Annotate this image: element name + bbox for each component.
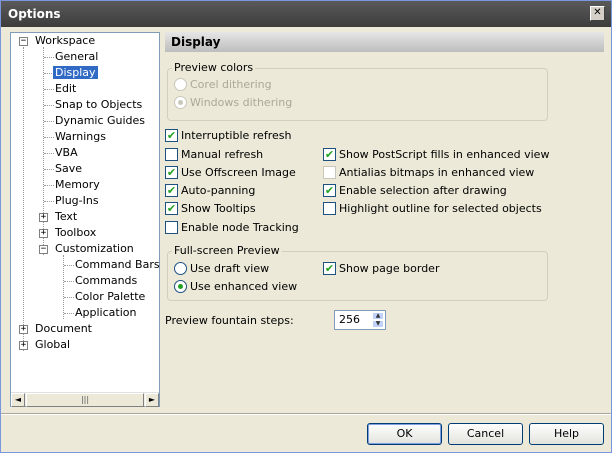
tree-item-color-palette[interactable]: Color Palette: [73, 289, 147, 305]
tree-item-snap-to-objects[interactable]: Snap to Objects: [53, 97, 144, 113]
tree-item-global[interactable]: Global: [33, 337, 72, 353]
spin-up-icon[interactable]: ▲: [372, 312, 384, 320]
tree-connector: [23, 47, 24, 351]
show-tooltips-checkbox[interactable]: ✔ Show Tooltips: [165, 201, 256, 218]
tree-item-general[interactable]: General: [53, 49, 100, 65]
scroll-left-icon[interactable]: ◄: [11, 393, 25, 407]
checkmark-icon: ✔: [323, 147, 336, 161]
ok-button[interactable]: OK: [367, 423, 442, 445]
tree-item-display[interactable]: Display: [53, 65, 98, 81]
title-bar[interactable]: Options ✕: [1, 1, 611, 27]
tree-horizontal-scrollbar[interactable]: ◄ ||| ►: [11, 392, 159, 407]
tree-item-warnings[interactable]: Warnings: [53, 129, 108, 145]
fullscreen-preview-title: Full-screen Preview: [172, 244, 282, 257]
scroll-thumb[interactable]: |||: [26, 393, 144, 407]
checkbox-icon: [165, 220, 178, 234]
radio-icon: [174, 95, 187, 109]
radio-icon: [174, 261, 187, 275]
preview-colors-title: Preview colors: [172, 61, 256, 74]
window-title: Options: [8, 7, 61, 21]
preview-colors-group: [167, 68, 548, 121]
fountain-steps-stepper[interactable]: 256 ▲ ▼: [334, 310, 386, 330]
manual-refresh-checkbox[interactable]: Manual refresh: [165, 147, 263, 164]
tree-item-command-bars[interactable]: Command Bars: [73, 257, 162, 273]
tree-item-application[interactable]: Application: [73, 305, 138, 321]
radio-icon: [174, 77, 187, 91]
help-button[interactable]: Help: [529, 423, 604, 445]
offscreen-image-checkbox[interactable]: ✔ Use Offscreen Image: [165, 165, 296, 182]
page-title: Display: [165, 32, 604, 52]
tree-item-document[interactable]: Document: [33, 321, 94, 337]
interruptible-refresh-checkbox[interactable]: ✔ Interruptible refresh: [165, 128, 291, 145]
tree-item-customization[interactable]: Customization: [53, 241, 136, 257]
page-border-checkbox[interactable]: ✔ Show page border: [323, 261, 439, 278]
tree-item-plug-ins[interactable]: Plug-Ins: [53, 193, 101, 209]
enhanced-view-radio[interactable]: Use enhanced view: [174, 279, 297, 296]
tree-item-commands[interactable]: Commands: [73, 273, 139, 289]
collapse-icon[interactable]: −: [19, 37, 28, 46]
checkmark-icon: ✔: [323, 261, 336, 275]
checkbox-icon: [323, 201, 336, 215]
corel-dithering-radio[interactable]: Corel dithering: [174, 77, 272, 94]
spin-down-icon[interactable]: ▼: [372, 320, 384, 328]
windows-dithering-radio[interactable]: Windows dithering: [174, 95, 292, 112]
selection-after-drawing-checkbox[interactable]: ✔ Enable selection after drawing: [323, 183, 507, 200]
checkmark-icon: ✔: [165, 128, 178, 142]
fountain-steps-label: Preview fountain steps:: [165, 314, 294, 327]
auto-panning-checkbox[interactable]: ✔ Auto-panning: [165, 183, 255, 200]
checkmark-icon: ✔: [165, 165, 178, 179]
tree-item-memory[interactable]: Memory: [53, 177, 102, 193]
draft-view-radio[interactable]: Use draft view: [174, 261, 269, 278]
checkmark-icon: ✔: [165, 201, 178, 215]
cancel-button[interactable]: Cancel: [448, 423, 523, 445]
options-dialog: Options ✕ − Workspace General Display Ed…: [0, 0, 612, 453]
collapse-icon[interactable]: −: [39, 245, 48, 254]
scroll-right-icon[interactable]: ►: [145, 393, 159, 407]
checkbox-icon: [165, 147, 178, 161]
fountain-steps-value[interactable]: 256: [339, 313, 360, 326]
checkmark-icon: ✔: [323, 183, 336, 197]
node-tracking-checkbox[interactable]: Enable node Tracking: [165, 220, 299, 237]
expand-icon[interactable]: +: [39, 213, 48, 222]
antialias-bitmaps-checkbox[interactable]: Antialias bitmaps in enhanced view: [323, 165, 534, 182]
highlight-outline-checkbox[interactable]: Highlight outline for selected objects: [323, 201, 542, 218]
radio-icon: [174, 279, 187, 293]
tree-item-edit[interactable]: Edit: [53, 81, 78, 97]
checkmark-icon: ✔: [165, 183, 178, 197]
tree-item-dynamic-guides[interactable]: Dynamic Guides: [53, 113, 147, 129]
expand-icon[interactable]: +: [19, 325, 28, 334]
expand-icon[interactable]: +: [19, 341, 28, 350]
close-icon[interactable]: ✕: [590, 6, 605, 21]
options-tree: − Workspace General Display Edit Snap to…: [10, 32, 160, 407]
checkbox-icon: [323, 165, 336, 179]
footer-divider: [1, 413, 611, 415]
postscript-fills-checkbox[interactable]: ✔ Show PostScript fills in enhanced view: [323, 147, 549, 164]
expand-icon[interactable]: +: [39, 229, 48, 238]
tree-item-save[interactable]: Save: [53, 161, 84, 177]
tree-item-vba[interactable]: VBA: [53, 145, 80, 161]
tree-item-workspace[interactable]: Workspace: [33, 33, 97, 49]
tree-connector: [43, 47, 44, 255]
tree-item-toolbox[interactable]: Toolbox: [53, 225, 98, 241]
tree-item-text[interactable]: Text: [53, 209, 79, 225]
